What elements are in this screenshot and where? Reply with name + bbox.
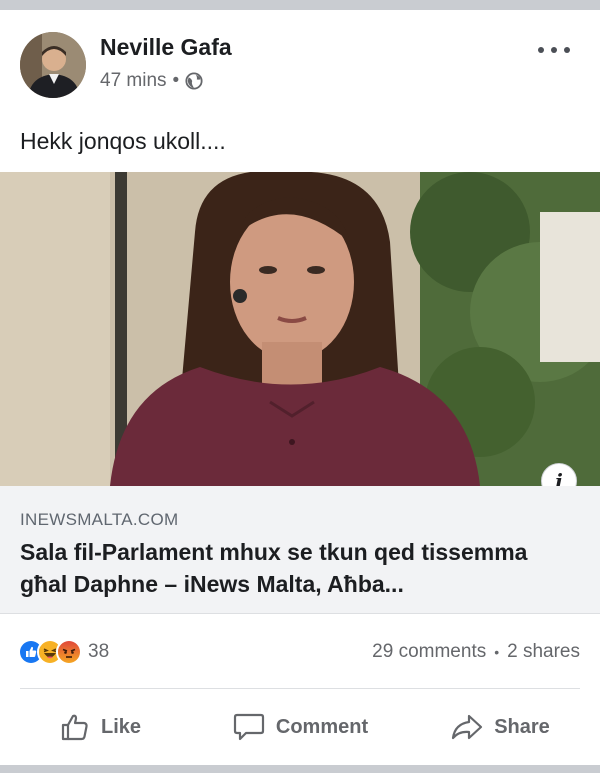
comment-icon — [233, 713, 264, 741]
share-icon — [452, 714, 483, 740]
post-header: Neville Gafa 47 mins • — [0, 10, 600, 110]
comments-count[interactable]: 29 comments — [372, 641, 486, 663]
post-meta: 47 mins • — [100, 70, 203, 92]
feed-separator-top — [0, 0, 600, 10]
reactions-summary[interactable]: 38 — [18, 639, 109, 665]
avatar[interactable] — [20, 32, 86, 98]
angry-reaction-icon — [56, 639, 82, 665]
link-preview-box[interactable]: INEWSMALTA.COM Sala fil-Parlament mhux s… — [0, 486, 600, 614]
post-timestamp[interactable]: 47 mins — [100, 70, 167, 92]
globe-icon — [185, 72, 203, 90]
comments-shares: 29 comments • 2 shares — [372, 641, 580, 663]
share-button[interactable]: Share — [400, 690, 600, 764]
thumbs-up-icon — [61, 714, 88, 741]
shares-count[interactable]: 2 shares — [507, 641, 580, 663]
divider — [20, 688, 580, 689]
reaction-count: 38 — [88, 641, 110, 662]
comment-label: Comment — [275, 715, 369, 738]
share-label: Share — [494, 715, 550, 738]
link-preview-image[interactable] — [0, 172, 600, 486]
meta-separator: • — [172, 70, 180, 91]
post-actions: Like Comment Share — [0, 690, 600, 764]
post-stats: 38 29 comments • 2 shares — [0, 630, 600, 674]
comment-button[interactable]: Comment — [200, 690, 400, 764]
like-button[interactable]: Like — [0, 690, 200, 764]
feed-separator-bottom — [0, 765, 600, 773]
more-options-button[interactable] — [538, 42, 570, 58]
stats-separator: • — [494, 644, 500, 660]
link-domain: INEWSMALTA.COM — [20, 510, 179, 529]
more-dot — [538, 47, 544, 53]
more-dot — [564, 47, 570, 53]
author-name[interactable]: Neville Gafa — [100, 34, 232, 61]
more-dot — [551, 47, 557, 53]
link-title[interactable]: Sala fil-Parlament mhux se tkun qed tiss… — [20, 536, 580, 600]
like-label: Like — [100, 715, 142, 738]
post-text: Hekk jonqos ukoll.... — [20, 128, 226, 154]
